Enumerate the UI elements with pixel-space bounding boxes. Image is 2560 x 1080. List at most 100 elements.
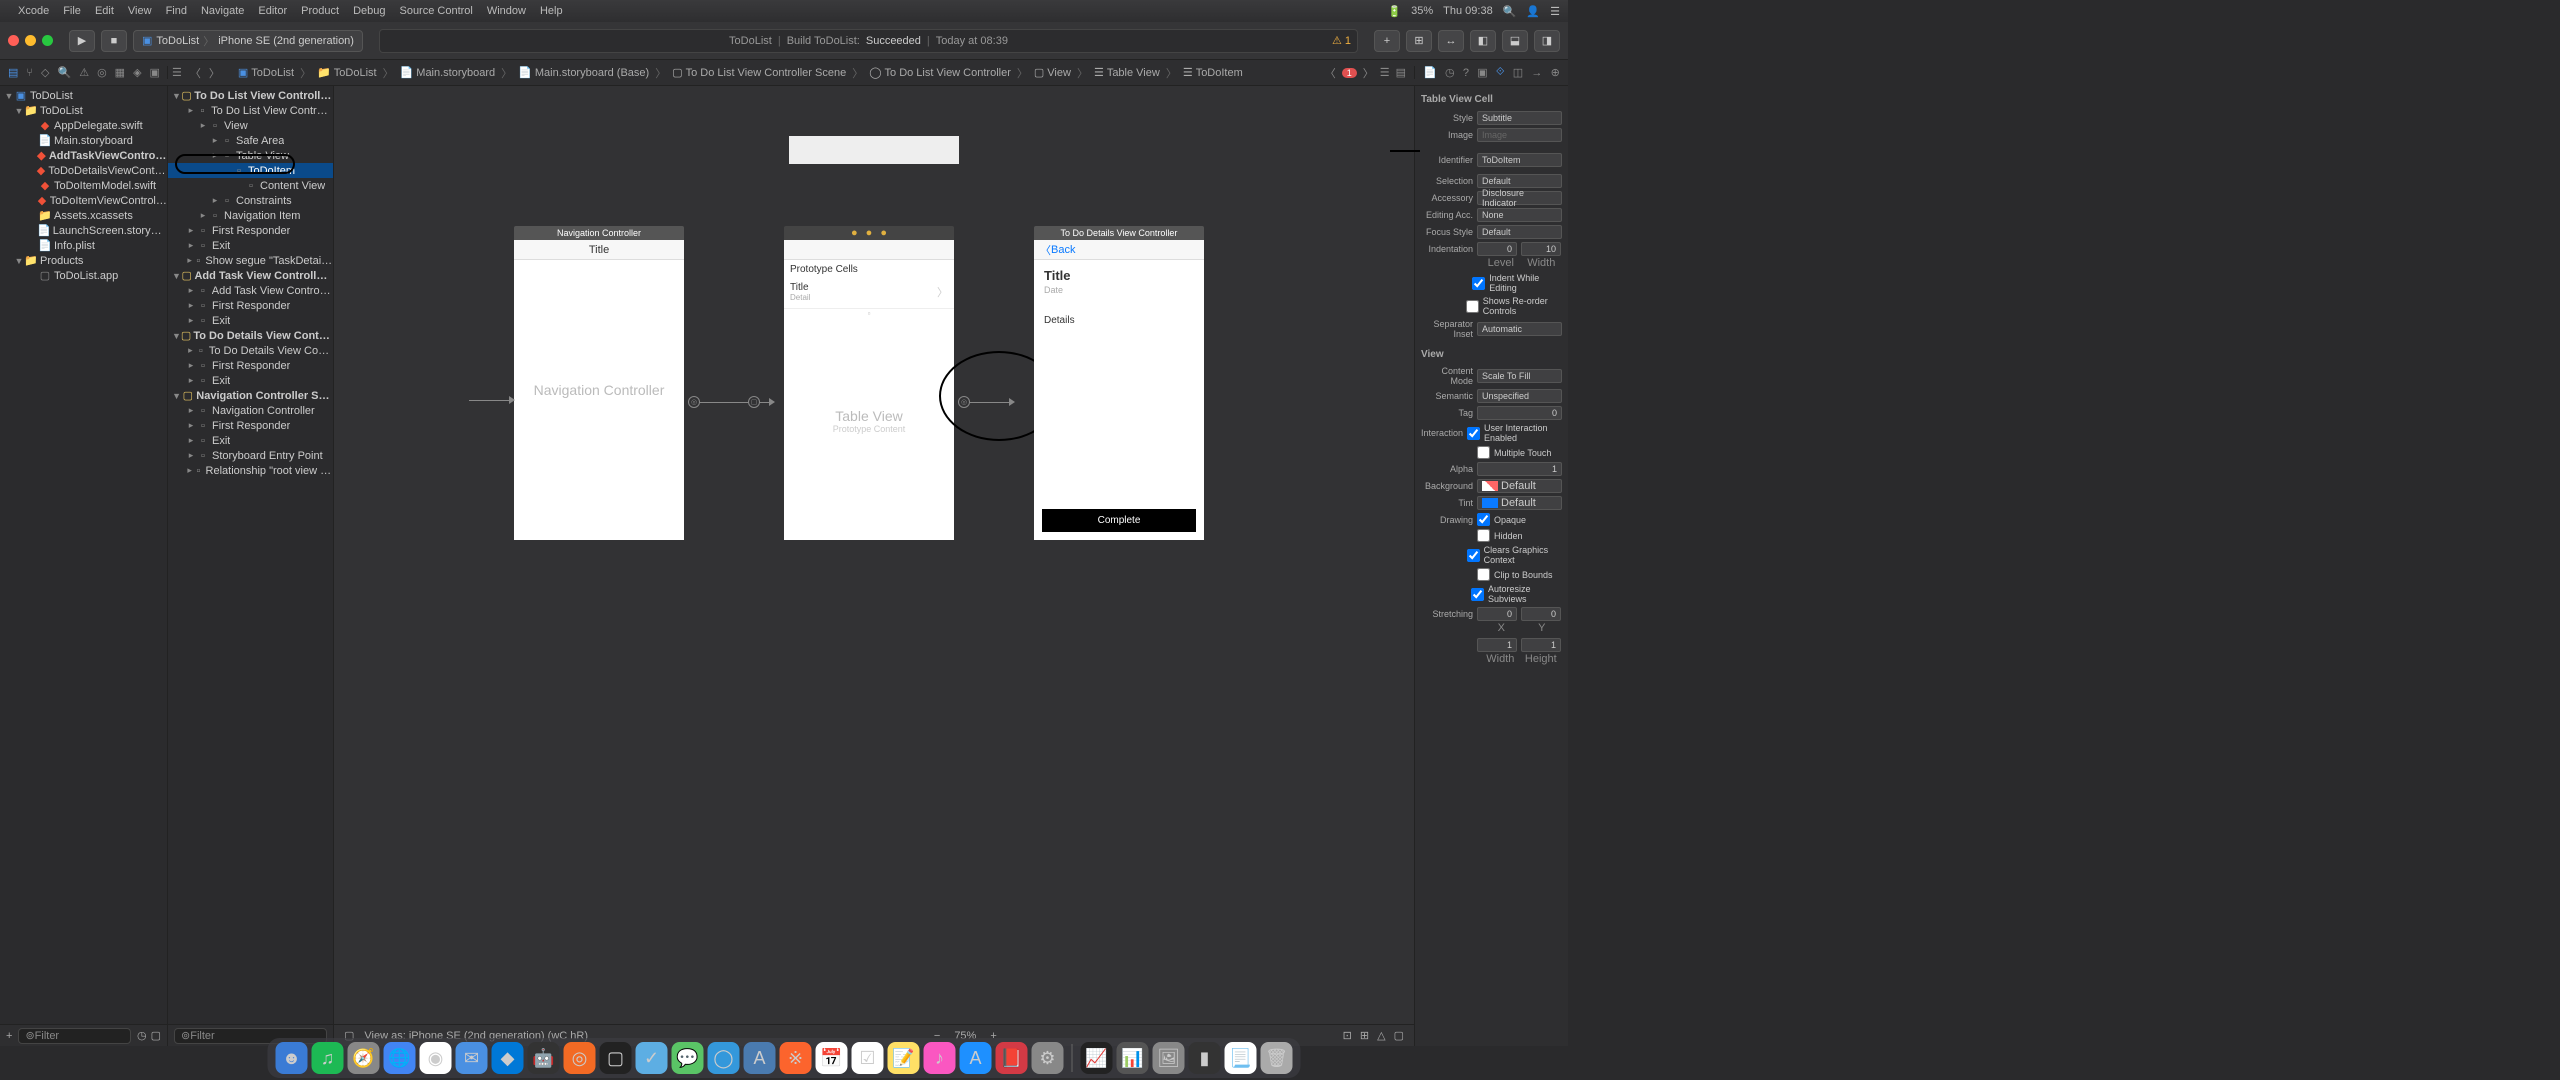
breakpoint-navigator-icon[interactable]: ◈ (133, 66, 141, 79)
menu-debug[interactable]: Debug (353, 5, 385, 17)
dock-safari2[interactable]: 🌐 (384, 1042, 416, 1074)
background-select[interactable]: Default (1477, 479, 1562, 493)
dock-safari[interactable]: 🧭 (348, 1042, 380, 1074)
find-navigator-icon[interactable]: 🔍 (57, 66, 71, 79)
report-navigator-icon[interactable]: ▣ (150, 66, 160, 79)
complete-button[interactable]: Complete (1042, 509, 1196, 532)
help-inspector-icon[interactable]: ? (1463, 67, 1469, 79)
stretch-y-field[interactable] (1521, 607, 1561, 621)
toggle-left-panel[interactable]: ◧ (1470, 30, 1496, 52)
nav-back-icon[interactable]: 〈 (190, 65, 201, 81)
clip-checkbox[interactable] (1477, 568, 1490, 581)
outline-item[interactable]: ▸▫Table View (168, 148, 333, 163)
focusstyle-select[interactable]: Default (1477, 225, 1562, 239)
outline-scene-header[interactable]: ▼▢Add Task View Controller Scene (168, 268, 333, 283)
menu-product[interactable]: Product (301, 5, 339, 17)
scene-todo-list[interactable]: ●●● Prototype Cells Title Detail 〉 ▫ Tab (784, 226, 954, 540)
editor-options-icon[interactable]: ☰ (1380, 66, 1390, 79)
dock-vscode[interactable]: ◆ (492, 1042, 524, 1074)
control-center-icon[interactable]: ☰ (1550, 5, 1560, 18)
cmode-select[interactable]: Scale To Fill (1477, 369, 1562, 383)
menu-file[interactable]: File (63, 5, 81, 17)
crumb-1[interactable]: ToDoList (334, 67, 377, 79)
dock-terminal[interactable]: ▢ (600, 1042, 632, 1074)
tree-item[interactable]: 📄LaunchScreen.storyboard (0, 223, 167, 238)
dock-slack[interactable]: ※ (780, 1042, 812, 1074)
outline-item[interactable]: ▸▫Relationship "root view controller"… (168, 463, 333, 478)
style-select[interactable]: Subtitle (1477, 111, 1562, 125)
attributes-inspector-icon[interactable]: ⟐ (1496, 66, 1505, 79)
align-button[interactable]: ⊡ (1343, 1029, 1352, 1042)
dock-messages[interactable]: 💬 (672, 1042, 704, 1074)
dock-textedit[interactable]: 📃 (1225, 1042, 1257, 1074)
code-review-button[interactable]: ↔ (1438, 30, 1464, 52)
dock-todo[interactable]: ✓ (636, 1042, 668, 1074)
opaque-checkbox[interactable] (1477, 513, 1490, 526)
project-navigator-icon[interactable]: ▤ (8, 66, 18, 79)
indent-while-editing-checkbox[interactable] (1472, 277, 1485, 290)
add-inspector-icon[interactable]: ⊕ (1551, 66, 1560, 79)
selection-select[interactable]: Default (1477, 174, 1562, 188)
crumb-0[interactable]: ToDoList (251, 67, 294, 79)
debug-navigator-icon[interactable]: ▦ (115, 66, 125, 79)
adjust-editor-icon[interactable]: ▤ (1396, 66, 1406, 79)
crumb-7[interactable]: Table View (1107, 67, 1160, 79)
dock-mail[interactable]: ✉ (456, 1042, 488, 1074)
outline-item[interactable]: ▫ToDoItem (168, 163, 333, 178)
outline-scene-header[interactable]: ▼▢To Do List View Controller Scene (168, 88, 333, 103)
menu-editor[interactable]: Editor (258, 5, 287, 17)
outline-item[interactable]: ▸▫View (168, 118, 333, 133)
dock-prefs[interactable]: ⚙ (1032, 1042, 1064, 1074)
recent-filter-icon[interactable]: ◷ (137, 1029, 147, 1042)
outline-toggle-icon[interactable]: ☰ (172, 66, 182, 79)
dock-android[interactable]: 🤖 (528, 1042, 560, 1074)
dock-appstore[interactable]: A (960, 1042, 992, 1074)
resize-handle-icon[interactable]: ▫ (784, 309, 954, 318)
menu-window[interactable]: Window (487, 5, 526, 17)
multi-checkbox[interactable] (1477, 446, 1490, 459)
add-file-button[interactable]: + (6, 1030, 12, 1042)
outline-item[interactable]: ▸▫Add Task View Controller (168, 283, 333, 298)
scene-details[interactable]: To Do Details View Controller 〈 Back Tit… (1034, 226, 1204, 540)
outline-item[interactable]: ▸▫Safe Area (168, 133, 333, 148)
outline-item[interactable]: ▸▫Constraints (168, 193, 333, 208)
alpha-field[interactable] (1477, 462, 1562, 476)
outline-item[interactable]: ▸▫To Do List View Controller (168, 103, 333, 118)
symbol-navigator-icon[interactable]: ◇ (41, 66, 49, 79)
stretch-h-field[interactable] (1521, 638, 1561, 652)
dock-iterm[interactable]: ▮ (1189, 1042, 1221, 1074)
jump-bar[interactable]: ▣ToDoList〉 📁ToDoList〉 📄Main.storyboard〉 … (238, 65, 1325, 81)
menu-sourcecontrol[interactable]: Source Control (399, 5, 472, 17)
crumb-8[interactable]: ToDoItem (1196, 67, 1243, 79)
embed-button[interactable]: ▢ (1394, 1029, 1404, 1042)
uie-checkbox[interactable] (1467, 427, 1480, 440)
outline-item[interactable]: ▸▫First Responder (168, 418, 333, 433)
dock-music[interactable]: ♪ (924, 1042, 956, 1074)
dock-signal[interactable]: ◯ (708, 1042, 740, 1074)
prev-issue-icon[interactable]: 〈 (1325, 65, 1336, 81)
outline-item[interactable]: ▸▫Exit (168, 433, 333, 448)
outline-item[interactable]: ▸▫First Responder (168, 298, 333, 313)
tint-select[interactable]: Default (1477, 496, 1562, 510)
menu-find[interactable]: Find (166, 5, 187, 17)
tree-item[interactable]: ◆ToDoItemViewController.swift (0, 193, 167, 208)
crumb-3[interactable]: Main.storyboard (Base) (535, 67, 649, 79)
toggle-right-panel[interactable]: ◨ (1534, 30, 1560, 52)
test-navigator-icon[interactable]: ◎ (97, 66, 107, 79)
semantic-select[interactable]: Unspecified (1477, 389, 1562, 403)
back-button[interactable]: 〈 Back (1034, 240, 1204, 260)
dock-spotify[interactable]: ♫ (312, 1042, 344, 1074)
next-issue-icon[interactable]: 〉 (1363, 65, 1374, 81)
dock-calendar[interactable]: 📅 (816, 1042, 848, 1074)
tree-item[interactable]: ▢ToDoList.app (0, 268, 167, 283)
stretch-w-field[interactable] (1477, 638, 1517, 652)
user-icon[interactable]: 👤 (1526, 5, 1540, 18)
menu-view[interactable]: View (128, 5, 152, 17)
resolve-button[interactable]: △ (1377, 1029, 1385, 1042)
close-window-button[interactable] (8, 35, 19, 46)
minimize-window-button[interactable] (25, 35, 36, 46)
autoresize-checkbox[interactable] (1471, 588, 1484, 601)
tree-item[interactable]: ◆ToDoItemModel.swift (0, 178, 167, 193)
scene-navigation-controller[interactable]: Navigation Controller Title Navigation C… (514, 226, 684, 540)
run-button[interactable]: ▶ (69, 30, 95, 52)
